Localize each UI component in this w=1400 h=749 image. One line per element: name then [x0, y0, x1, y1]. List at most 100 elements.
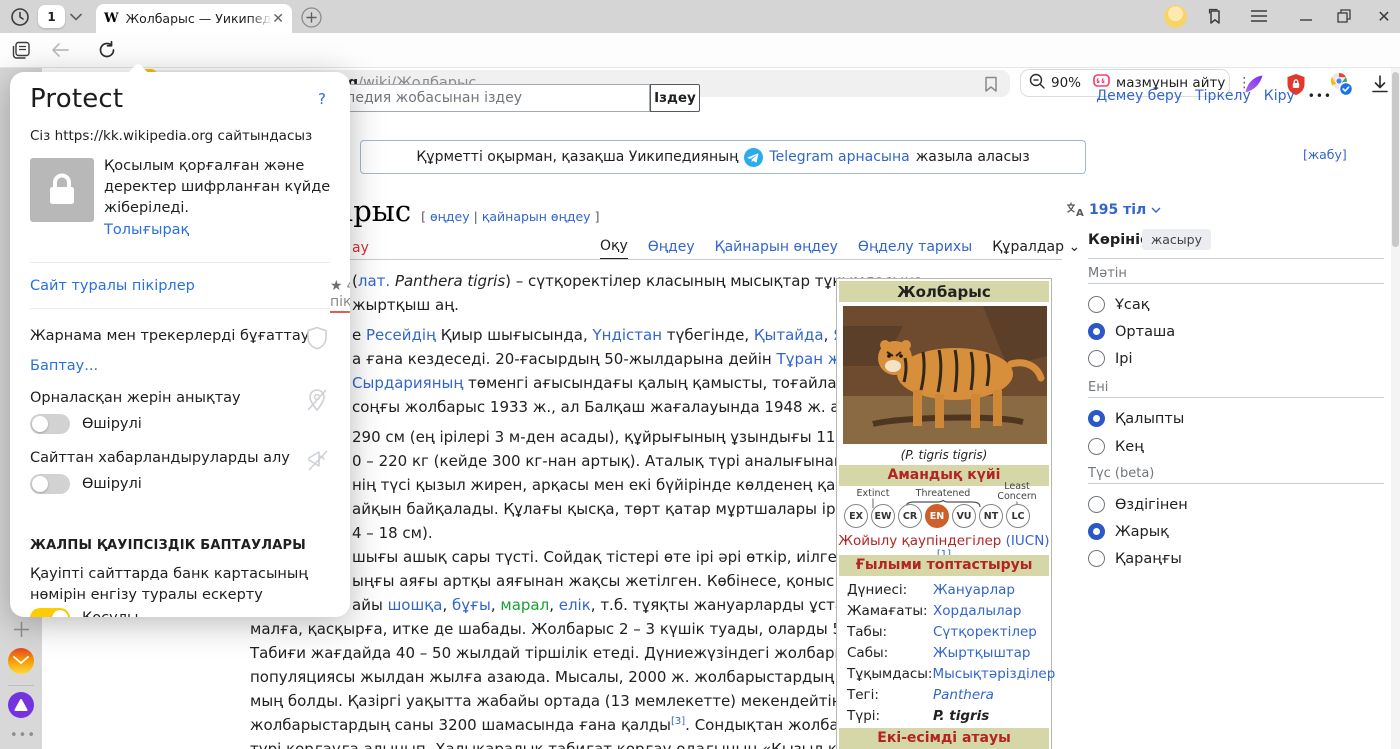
- login-link[interactable]: Кіру: [1264, 88, 1295, 104]
- scrollbar-thumb[interactable]: [1392, 72, 1399, 247]
- radio-label: Орташа: [1115, 323, 1176, 340]
- view-tab-Құралдар[interactable]: Құралдар ⌄: [992, 239, 1080, 259]
- geolocation-toggle[interactable]: [30, 414, 70, 434]
- article-text: е: [352, 326, 366, 344]
- radio-checked-icon[interactable]: [1088, 323, 1105, 340]
- article-link[interactable]: бұғы: [452, 596, 491, 614]
- site-reviews-link[interactable]: Сайт туралы пікірлер: [30, 278, 195, 294]
- article-line: жыртқыш аң.: [352, 296, 459, 314]
- telegram-icon: [744, 147, 764, 167]
- notifications-toggle[interactable]: [30, 474, 70, 494]
- edit-link[interactable]: өңдеу: [430, 209, 470, 224]
- radio-checked-icon[interactable]: [1088, 410, 1105, 427]
- radio-option-Қараңғы[interactable]: Қараңғы: [1088, 550, 1182, 567]
- reload-icon[interactable]: [94, 38, 120, 62]
- edit-source-link[interactable]: қайнарын өңдеу: [482, 209, 591, 224]
- sidebar-more-icon[interactable]: •••: [10, 728, 35, 743]
- radio-icon[interactable]: [1088, 550, 1105, 567]
- more-details-link[interactable]: Толығырақ: [104, 222, 189, 238]
- donate-link[interactable]: Демеу беру: [1096, 88, 1182, 104]
- download-icon[interactable]: [1368, 72, 1392, 96]
- article-link[interactable]: шошқа: [388, 596, 443, 614]
- appearance-hide-button[interactable]: жасыру: [1142, 229, 1211, 250]
- view-tab-Оқу[interactable]: Оқу: [600, 238, 628, 259]
- wiki-search-input[interactable]: [300, 84, 650, 112]
- taxonomy-value-link[interactable]: Panthera: [933, 687, 994, 703]
- taxonomy-value-link[interactable]: Хордалылар: [933, 603, 1021, 619]
- tabs-chevron-down-icon[interactable]: [68, 10, 84, 24]
- article-link[interactable]: Ресейдің: [366, 326, 436, 344]
- tab-group-counter[interactable]: 1: [38, 5, 65, 28]
- taxonomy-row: Тұқымдасы: Мысықтәрізділер: [837, 663, 1055, 684]
- article-link[interactable]: елік: [559, 596, 591, 614]
- geolocation-label: Орналасқан жерін анықтау: [30, 390, 241, 406]
- telegram-channel-link[interactable]: Telegram арнасына: [769, 149, 909, 165]
- bankcard-toggle[interactable]: [30, 608, 70, 617]
- radio-label: Қалыпты: [1115, 410, 1185, 427]
- radio-icon[interactable]: [1088, 438, 1105, 455]
- radio-icon[interactable]: [1088, 296, 1105, 313]
- taxonomy-value-link[interactable]: Сүтқоректілер: [933, 624, 1037, 640]
- taxonomy-row: Дүниесі: Жануарлар: [837, 579, 1051, 600]
- radio-icon[interactable]: [1088, 496, 1105, 513]
- bookmark-flag-icon[interactable]: [980, 73, 1002, 95]
- article-link[interactable]: Үндістан: [593, 326, 663, 344]
- profile-avatar[interactable]: [1164, 5, 1187, 28]
- window-restore-icon[interactable]: [1334, 7, 1354, 25]
- back-button-icon[interactable]: [48, 39, 72, 61]
- history-clock-icon[interactable]: [8, 5, 32, 29]
- window-close-icon[interactable]: ✕: [1374, 6, 1394, 26]
- taxonomy-value-link[interactable]: Мысықтәрізділер: [932, 666, 1055, 682]
- yandex-mail-icon[interactable]: [8, 648, 34, 674]
- radio-label: Өздігінен: [1115, 496, 1188, 513]
- iucn-link[interactable]: (IUCN): [1006, 533, 1050, 549]
- radio-option-Орташа[interactable]: Орташа: [1088, 323, 1175, 340]
- adblock-configure-link[interactable]: Баптау...: [30, 358, 98, 374]
- top-more-icon[interactable]: •••: [1308, 89, 1332, 103]
- sidebar-toggle-icon[interactable]: [9, 39, 33, 61]
- radio-option-Жарық[interactable]: Жарық: [1088, 523, 1169, 540]
- taxonomy-value-link[interactable]: Жануарлар: [933, 582, 1015, 598]
- view-tab-Қайнарын өңдеу[interactable]: Қайнарын өңдеу: [715, 239, 838, 259]
- article-link[interactable]: Қытайда: [754, 326, 824, 344]
- zoom-level[interactable]: 90%: [1051, 75, 1081, 91]
- language-selector[interactable]: A 195 тіл: [1066, 202, 1161, 218]
- radio-option-Өздігінен[interactable]: Өздігінен: [1088, 496, 1188, 513]
- radio-option-Ұсақ[interactable]: Ұсақ: [1088, 296, 1149, 313]
- window-minimize-icon[interactable]: [1296, 8, 1316, 24]
- article-link[interactable]: марал: [500, 596, 549, 614]
- menu-icon[interactable]: [1248, 7, 1270, 25]
- article-text: жыртқыш аң.: [352, 296, 459, 314]
- article-link[interactable]: [3]: [671, 716, 685, 727]
- view-tab-Өңделу тарихы[interactable]: Өңделу тарихы: [858, 239, 972, 259]
- active-tab[interactable]: W Жолбарыс — Уикипеди ✕: [96, 4, 292, 33]
- article-link[interactable]: Сырдарияның: [352, 374, 463, 392]
- appearance-title: Көрініс: [1088, 232, 1149, 248]
- taxonomy-value-link[interactable]: Жыртқыштар: [933, 645, 1031, 661]
- article-link[interactable]: лат.: [358, 272, 390, 290]
- bookmarks-collections-icon[interactable]: [1204, 6, 1226, 28]
- article-text: Табиғи жағдайда 40 – 50 жылдай тіршілік …: [250, 644, 886, 662]
- banner-close-link[interactable]: [жабу]: [1303, 147, 1347, 162]
- register-link[interactable]: Тіркелу: [1195, 88, 1251, 104]
- tab-close-icon[interactable]: ✕: [272, 11, 284, 27]
- radio-checked-icon[interactable]: [1088, 523, 1105, 540]
- radio-icon[interactable]: [1088, 350, 1105, 367]
- sidebar-add-icon[interactable]: [12, 620, 30, 638]
- wiki-search-button[interactable]: Іздеу: [650, 84, 700, 112]
- alice-assistant-icon[interactable]: [8, 692, 34, 718]
- new-tab-button[interactable]: [300, 6, 322, 28]
- protect-help-link[interactable]: ?: [318, 90, 326, 108]
- classification-header: Ғылыми топтастыруы: [839, 555, 1049, 576]
- adblock-label: Жарнама мен трекерлерді бұғаттау: [30, 328, 310, 344]
- radio-option-Ірі[interactable]: Ірі: [1088, 350, 1133, 367]
- geolocation-off-icon: [306, 388, 330, 412]
- radio-option-Кең[interactable]: Кең: [1088, 438, 1144, 455]
- tiger-photo[interactable]: [843, 306, 1047, 444]
- talk-tab-fragment[interactable]: ау: [352, 240, 369, 256]
- article-text: 4 – 18 см).: [352, 524, 433, 542]
- zoom-out-magnifier-icon[interactable]: [1029, 73, 1045, 93]
- radio-option-Қалыпты[interactable]: Қалыпты: [1088, 410, 1184, 427]
- divider: [1088, 397, 1384, 398]
- view-tab-Өңдеу[interactable]: Өңдеу: [648, 239, 695, 259]
